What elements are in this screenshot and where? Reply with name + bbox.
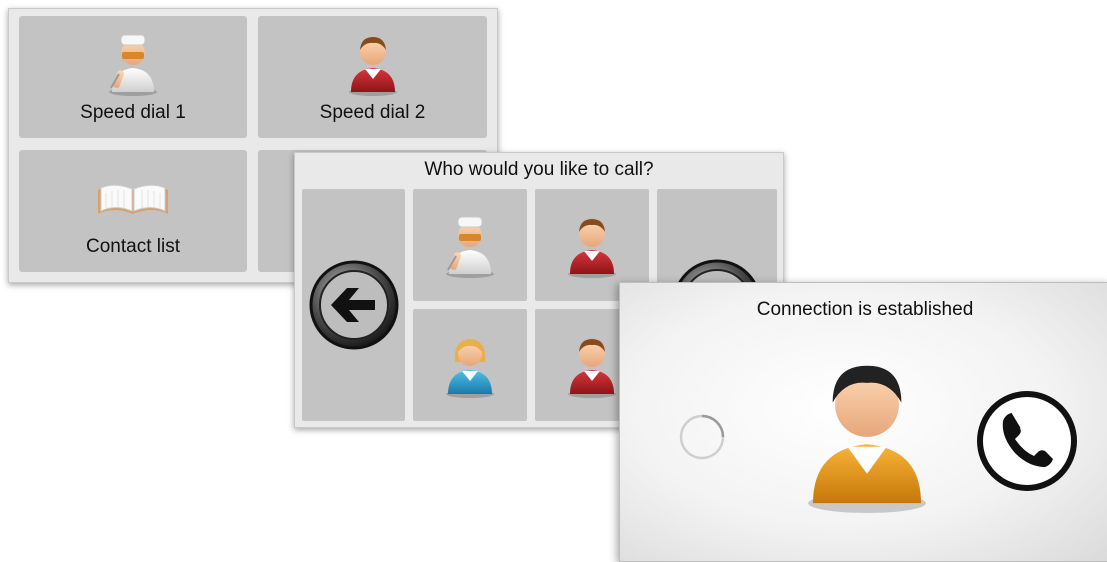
who-to-call-title: Who would you like to call? bbox=[424, 159, 654, 180]
contact-cell-3[interactable] bbox=[413, 309, 527, 421]
nurse-icon bbox=[108, 34, 158, 96]
back-button[interactable] bbox=[302, 189, 405, 421]
contact-list-label: Contact list bbox=[86, 236, 180, 257]
back-arrow-icon bbox=[309, 260, 398, 350]
book-icon bbox=[97, 184, 169, 215]
loading-spinner-icon bbox=[679, 414, 725, 460]
connection-panel: Connection is established bbox=[619, 282, 1107, 562]
person-red-icon bbox=[348, 37, 397, 96]
contact-cell-1[interactable] bbox=[413, 189, 527, 301]
speed-dial-1-label: Speed dial 1 bbox=[80, 102, 186, 123]
phone-icon[interactable] bbox=[975, 389, 1079, 493]
speed-dial-2-label: Speed dial 2 bbox=[319, 102, 426, 123]
person-red-icon bbox=[568, 339, 616, 398]
person-orange-icon bbox=[808, 365, 926, 513]
speed-dial-1-button[interactable]: Speed dial 1 bbox=[19, 16, 247, 138]
contact-list-button[interactable]: Contact list bbox=[19, 150, 247, 272]
person-blue-icon bbox=[446, 339, 494, 398]
nurse-icon bbox=[445, 216, 495, 278]
person-red-icon bbox=[568, 219, 616, 278]
speed-dial-2-button[interactable]: Speed dial 2 bbox=[258, 16, 487, 138]
connection-status-title: Connection is established bbox=[756, 299, 974, 320]
